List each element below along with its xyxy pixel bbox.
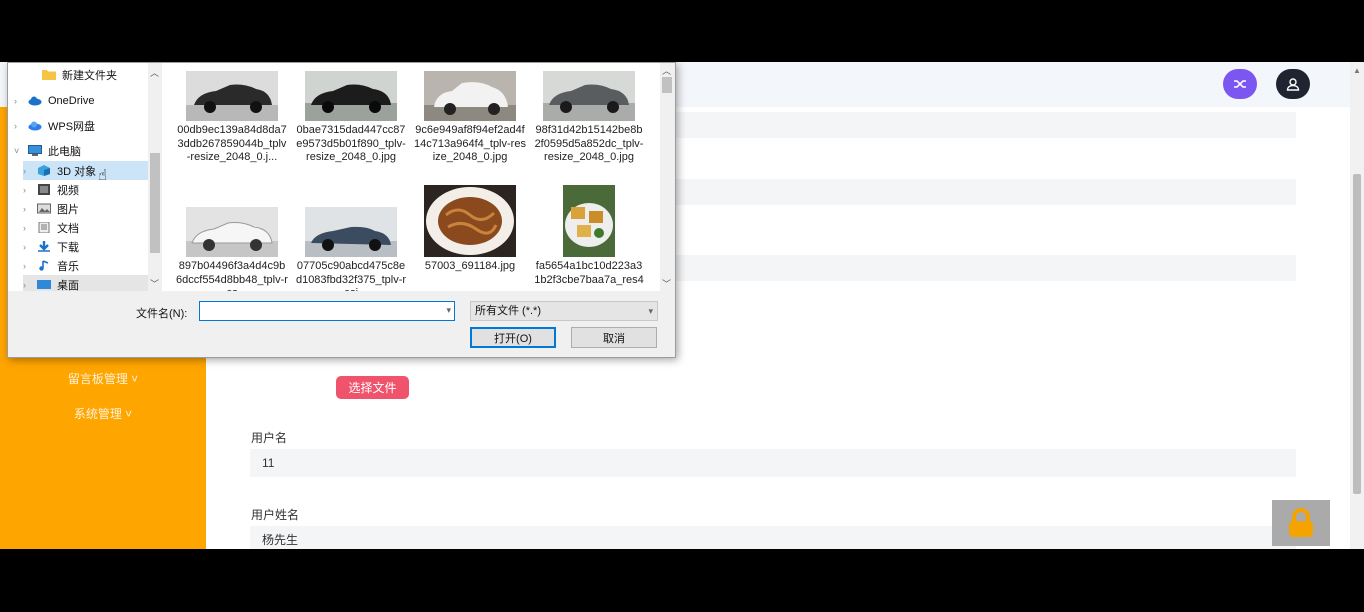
sidebar-item-system[interactable]: 系统管理 ˅ [0, 405, 206, 422]
navigation-tree: 新建文件夹 › OneDrive › WPS网盘 ˅ 此电脑 › 3D 对象 ›… [8, 63, 152, 291]
car-dark-thumbnail [305, 71, 397, 121]
choose-file-button[interactable]: 选择文件 [336, 376, 409, 399]
file-item[interactable]: 897b04496f3a4d4c9b6dccf554d8bb48_tplv-re… [174, 207, 290, 291]
food-bowl-thumbnail [424, 185, 516, 257]
car-gray-thumbnail [543, 71, 635, 121]
page-scroll-thumb[interactable] [1353, 174, 1361, 494]
shuffle-icon [1234, 80, 1246, 88]
sidebar-item-message-board[interactable]: 留言板管理 ˅ [0, 370, 206, 387]
hand-cursor-icon: ☝ [98, 167, 108, 184]
chevron-down-icon: ▾ [648, 306, 653, 316]
realname-field[interactable]: 杨先生 [250, 526, 1296, 549]
page-scrollbar[interactable]: ▲ [1350, 62, 1364, 549]
car-white-thumbnail [424, 71, 516, 121]
car-dark-thumbnail [186, 71, 278, 121]
file-item[interactable]: 00db9ec139a84d8da73ddb267859044b_tplv-re… [174, 71, 290, 165]
user-button[interactable] [1276, 69, 1310, 99]
download-icon [38, 241, 50, 252]
tree-item-documents[interactable]: › 文档 [23, 218, 79, 237]
car-blue-thumbnail [305, 207, 397, 257]
tree-scroll-thumb[interactable] [150, 153, 160, 253]
chevron-down-icon[interactable]: ▾ [446, 305, 451, 316]
image-icon [37, 203, 51, 214]
music-icon [39, 260, 49, 271]
tree-item-downloads[interactable]: › 下载 [23, 237, 79, 256]
shuffle-button[interactable] [1223, 69, 1257, 99]
scroll-up-arrow[interactable]: ▲ [1353, 66, 1361, 75]
tree-scrollbar[interactable]: ︿ ﹀ [148, 63, 162, 291]
file-list-scrollbar[interactable]: ︿ ﹀ [660, 63, 674, 291]
tree-item-this-pc[interactable]: ˅ 此电脑 [14, 141, 81, 160]
filename-label: 文件名(N): [136, 308, 188, 320]
folder-icon [42, 70, 56, 80]
computer-icon [28, 145, 42, 156]
tree-item-videos[interactable]: › 视频 [23, 180, 79, 199]
document-icon [38, 222, 50, 233]
file-item[interactable]: 0bae7315dad447cc87e9573d5b01f890_tplv-re… [293, 71, 409, 165]
file-item[interactable]: 57003_691184.jpg [412, 185, 528, 274]
cube-icon [38, 165, 50, 176]
chevron-down-icon[interactable]: ﹀ [150, 277, 159, 290]
tree-item-wps-drive[interactable]: › WPS网盘 [14, 116, 95, 135]
tree-item-pictures[interactable]: › 图片 [23, 199, 79, 218]
cloud-icon [28, 96, 42, 106]
field-label-realname: 用户姓名 [251, 508, 300, 522]
screen: 留言板管理 ˅ 系统管理 ˅ 选择文件 用户名 11 用户姓名 杨先生 ▲ 新建… [0, 62, 1364, 549]
chevron-up-icon[interactable]: ︿ [662, 64, 671, 77]
tree-item-new-folder[interactable]: 新建文件夹 [28, 65, 117, 84]
chevron-down-icon[interactable]: ﹀ [662, 277, 671, 290]
open-button[interactable]: 打开(O) [470, 327, 556, 348]
tree-item-onedrive[interactable]: › OneDrive [14, 91, 94, 110]
file-type-select[interactable]: 所有文件 (*.*) ▾ [470, 301, 658, 321]
chevron-up-icon[interactable]: ︿ [150, 66, 159, 79]
file-item[interactable]: 07705c90abcd475c8ed1083fbd32f375_tplv-re… [293, 207, 409, 291]
lock-icon [1289, 508, 1313, 537]
tree-item-3d-objects[interactable]: › 3D 对象 [23, 161, 148, 180]
car-white-thumbnail [186, 207, 278, 257]
file-list: 00db9ec139a84d8da73ddb267859044b_tplv-re… [162, 63, 674, 291]
field-label-username: 用户名 [251, 431, 288, 445]
tree-item-music[interactable]: › 音乐 [23, 256, 79, 275]
desktop-icon [37, 280, 51, 289]
file-item[interactable]: 9c6e949af8f94ef2ad4f14c713a964f4_tplv-re… [412, 71, 528, 165]
tree-item-desktop[interactable]: › 桌面 [23, 275, 148, 291]
filename-input[interactable]: ▾ [199, 301, 455, 321]
cancel-button[interactable]: 取消 [571, 327, 657, 348]
file-list-scroll-thumb[interactable] [662, 77, 672, 93]
food-plate-thumbnail [563, 185, 615, 257]
cloud-drive-icon [28, 121, 42, 131]
floating-lock-button[interactable] [1272, 500, 1330, 546]
video-icon [38, 184, 50, 195]
user-icon [1286, 78, 1300, 91]
file-open-dialog: 新建文件夹 › OneDrive › WPS网盘 ˅ 此电脑 › 3D 对象 ›… [7, 62, 676, 358]
file-item[interactable]: fa5654a1bc10d223a31b2f3cbe7baa7a_res4 [531, 185, 647, 287]
file-item[interactable]: 98f31d42b15142be8b2f0595d5a852dc_tplv-re… [531, 71, 647, 165]
username-field[interactable]: 11 [250, 449, 1296, 477]
